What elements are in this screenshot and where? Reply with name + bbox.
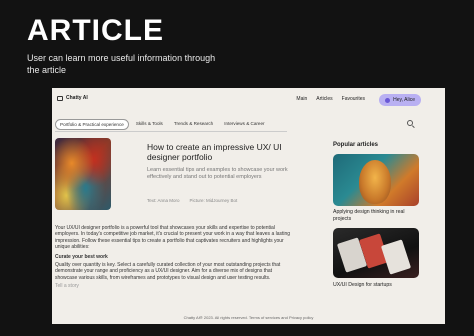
nav-articles[interactable]: Articles [316, 96, 332, 102]
tell-a-story-link[interactable]: Tell a story [55, 283, 295, 289]
divider [55, 131, 287, 132]
user-avatar-icon [385, 97, 391, 103]
section-body: Quality over quantity is key. Select a c… [55, 262, 281, 281]
article-author: Text: Anna Moro [147, 198, 180, 203]
nav-favourites[interactable]: Favourites [342, 96, 365, 102]
article-description: Learn essential tips and examples to sho… [147, 167, 288, 180]
tab-portfolio[interactable]: Portfolio & Practical experience [55, 119, 129, 130]
tab-skills-tools[interactable]: Skills & Tools [132, 119, 167, 130]
tab-interviews-career[interactable]: Interviews & Career [220, 119, 268, 130]
nav-main[interactable]: Main [296, 96, 307, 102]
footer: Chatty AI® 2023. All rights reserved. Te… [183, 315, 314, 320]
logo[interactable]: Chatty AI [57, 95, 88, 101]
top-bar: Chatty AI Main Articles Favourites Hey, … [52, 88, 445, 112]
section-heading: Curate your best work [55, 253, 108, 260]
logo-text: Chatty AI [66, 95, 88, 101]
user-button-label: Hey, Alice [393, 97, 415, 103]
buddha-illustration [359, 160, 391, 204]
card-shape [380, 239, 412, 275]
hero-title: ARTICLE [27, 14, 164, 47]
main-nav: Main Articles Favourites [296, 96, 365, 102]
popular-article-caption-1[interactable]: Applying design thinking in real project… [333, 209, 423, 222]
app-frame: Chatty AI Main Articles Favourites Hey, … [52, 88, 445, 324]
logo-icon [57, 95, 63, 101]
hero-subtitle: User can learn more useful information t… [27, 53, 216, 75]
category-tabs: Portfolio & Practical experience Skills … [55, 119, 269, 130]
search-icon[interactable] [407, 120, 413, 126]
article-title: How to create an impressive UX/ UI desig… [147, 142, 282, 162]
popular-article-image-1[interactable] [333, 154, 419, 206]
popular-article-image-2[interactable] [333, 228, 419, 278]
article-meta: Text: Anna Moro Picture: MidJourney Bot [147, 198, 237, 203]
article-picture-credit: Picture: MidJourney Bot [189, 198, 238, 203]
article-image [55, 138, 111, 210]
article-intro: Your UX/UI designer portfolio is a power… [55, 225, 291, 251]
tab-trends-research[interactable]: Trends & Research [170, 119, 217, 130]
popular-article-caption-2[interactable]: UX/UI Design for startups [333, 282, 392, 288]
user-button[interactable]: Hey, Alice [379, 94, 421, 106]
article-body: Your UX/UI designer portfolio is a power… [55, 225, 295, 290]
popular-articles-title: Popular articles [333, 142, 379, 148]
